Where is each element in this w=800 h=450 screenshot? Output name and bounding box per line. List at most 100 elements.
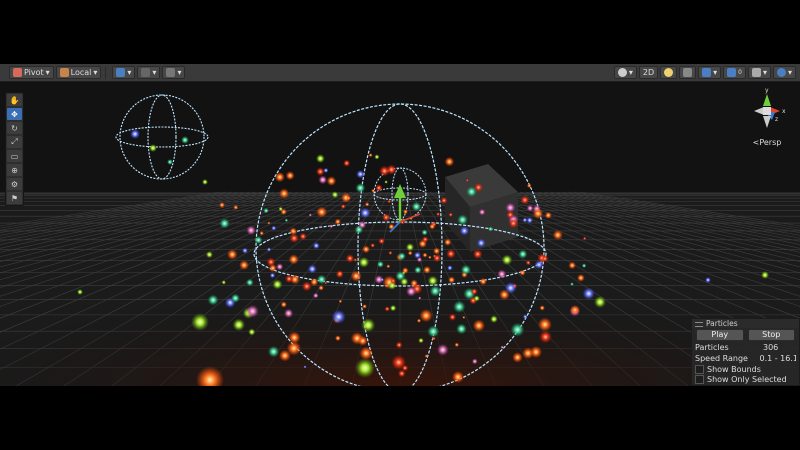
particle <box>518 249 528 259</box>
particle <box>380 277 385 282</box>
particle <box>354 225 364 235</box>
orientation-gizmo[interactable]: y x z <Persp <box>742 86 792 152</box>
pivot-label: Pivot <box>24 68 44 77</box>
audio-toggle[interactable] <box>679 66 697 79</box>
particle <box>205 251 213 259</box>
rect-tool[interactable]: ▭ <box>7 150 22 162</box>
snap-increment-button[interactable]: ▾ <box>137 66 161 79</box>
particle <box>285 274 294 283</box>
particle <box>355 358 375 378</box>
particle <box>459 226 470 236</box>
particle <box>500 345 504 349</box>
rotate-tool[interactable]: ↻ <box>7 122 22 134</box>
particle <box>456 323 467 335</box>
transform-icon: ⊕ <box>11 165 18 175</box>
particles-overlay: Particles Play Stop Particles 306 Speed … <box>691 318 800 386</box>
particle <box>526 217 533 224</box>
stop-button[interactable]: Stop <box>747 329 795 341</box>
effects-dropdown[interactable]: ▾ <box>698 66 722 79</box>
particle <box>219 202 225 208</box>
increment-snap-button[interactable]: ▾ <box>162 66 186 79</box>
particle <box>537 317 552 332</box>
particle <box>510 322 525 337</box>
particle <box>386 164 397 175</box>
toolbar-right-group: ▾ 2D ▾ 0 ▾ ▾ <box>612 66 800 79</box>
particle <box>375 184 383 192</box>
particle <box>271 225 277 231</box>
editor-icon: ⚑ <box>10 193 19 203</box>
particle <box>419 309 433 323</box>
particle <box>248 328 256 336</box>
particle <box>433 247 441 255</box>
hand-tool[interactable]: ✋ <box>7 94 22 106</box>
particle <box>570 282 574 286</box>
chevron-down-icon: ▾ <box>787 68 792 77</box>
projection-toggle[interactable]: <Persp <box>742 138 792 147</box>
draw-mode-dropdown[interactable]: ▾ <box>613 66 637 79</box>
transform-tool[interactable]: ⊕ <box>7 164 22 176</box>
lighting-toggle[interactable] <box>660 66 678 79</box>
particle <box>400 277 409 286</box>
grid-snapping-button[interactable]: ▾ <box>112 66 136 79</box>
particle <box>522 314 528 319</box>
particle <box>532 208 544 219</box>
scene-view[interactable] <box>0 82 800 386</box>
particle <box>582 287 595 300</box>
particle <box>436 212 441 217</box>
particle <box>362 245 370 254</box>
particle <box>246 304 259 318</box>
particle <box>761 271 769 279</box>
move-tool[interactable]: ✥ <box>7 108 22 120</box>
grip-icon[interactable] <box>695 322 703 327</box>
particle <box>374 154 380 160</box>
chevron-down-icon: ▾ <box>713 68 718 77</box>
particle <box>221 280 226 285</box>
particle <box>230 293 240 303</box>
particle <box>368 153 373 158</box>
editor-tool[interactable]: ⚑ <box>7 192 22 204</box>
particle <box>254 236 263 245</box>
pivot-dropdown[interactable]: Pivot ▾ <box>9 66 54 79</box>
chevron-down-icon: ▾ <box>762 68 767 77</box>
projection-label: Persp <box>759 138 782 147</box>
particle <box>581 263 587 268</box>
checkbox[interactable] <box>695 364 704 374</box>
particle <box>454 342 460 348</box>
camera-dropdown[interactable]: ▾ <box>747 66 771 79</box>
particle <box>501 254 513 266</box>
particle <box>457 214 468 226</box>
particle <box>267 221 271 225</box>
custom-tool[interactable]: ⚙ <box>7 178 22 190</box>
scale-tool[interactable]: ⤢ <box>7 136 22 148</box>
particle <box>343 159 351 167</box>
show-bounds-toggle[interactable]: Show Bounds <box>692 364 799 374</box>
letterbox-top <box>0 0 800 64</box>
2d-toggle[interactable]: 2D <box>638 66 659 79</box>
overlay-title-bar[interactable]: Particles <box>692 319 799 328</box>
gizmos-dropdown[interactable]: ▾ <box>772 66 796 79</box>
letterbox-bottom <box>0 386 800 450</box>
particle <box>370 243 376 248</box>
particle <box>283 308 294 319</box>
particle <box>340 203 346 209</box>
particle <box>402 267 409 274</box>
play-button[interactable]: Play <box>696 329 744 341</box>
chevron-down-icon: ▾ <box>45 68 50 77</box>
chevron-down-icon: ▾ <box>152 68 157 77</box>
particle <box>242 247 248 254</box>
checkbox[interactable] <box>695 374 704 384</box>
particle <box>526 204 534 212</box>
particle <box>233 204 239 210</box>
hidden-objects-toggle[interactable]: 0 <box>723 66 746 79</box>
particle <box>307 264 317 274</box>
particle <box>191 313 209 331</box>
axis-gizmo-icon[interactable]: y x z <box>742 86 792 136</box>
particle <box>504 282 517 294</box>
particle <box>331 309 346 324</box>
show-only-selected-toggle[interactable]: Show Only Selected <box>692 374 799 384</box>
local-dropdown[interactable]: Local ▾ <box>55 66 102 79</box>
particle <box>465 178 469 182</box>
particle <box>384 306 390 312</box>
particle <box>279 188 290 199</box>
particle <box>539 305 545 311</box>
